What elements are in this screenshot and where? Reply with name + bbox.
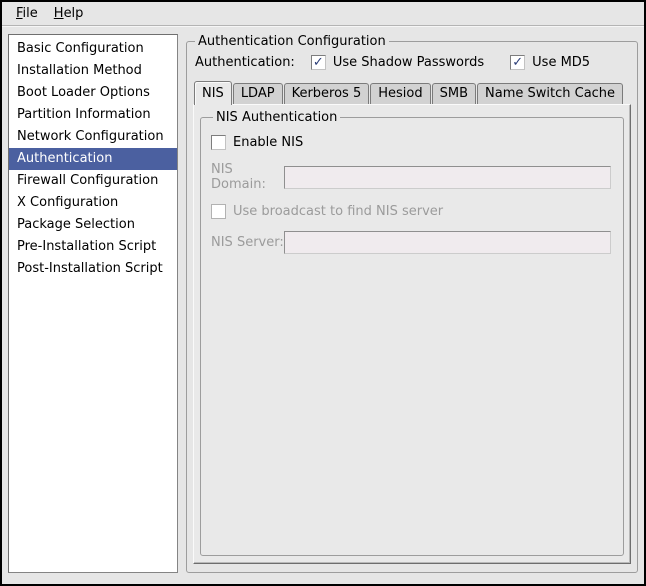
checkbox-unchecked-icon [211, 204, 226, 219]
sidebar-item-installation-method[interactable]: Installation Method [9, 60, 177, 82]
nis-server-row: NIS Server: [211, 231, 611, 254]
sidebar-item-package-selection[interactable]: Package Selection [9, 214, 177, 236]
tab-nis[interactable]: NIS [194, 81, 232, 105]
menu-help-label: elp [64, 6, 84, 21]
main-area: Basic Configuration Installation Method … [2, 26, 644, 584]
sidebar-item-firewall-configuration[interactable]: Firewall Configuration [9, 170, 177, 192]
tab-kerberos-5[interactable]: Kerberos 5 [284, 83, 370, 104]
use-md5-label: Use MD5 [532, 55, 590, 70]
tab-hesiod[interactable]: Hesiod [370, 83, 430, 104]
enable-nis-row: Enable NIS [211, 135, 611, 150]
auth-notebook: NIS LDAP Kerberos 5 Hesiod SMB Name Swit… [193, 80, 631, 564]
enable-nis-checkbox[interactable]: Enable NIS [211, 135, 303, 150]
tab-smb[interactable]: SMB [432, 83, 476, 104]
menu-help[interactable]: Help [46, 4, 92, 23]
authentication-row-label: Authentication: [195, 55, 295, 70]
authentication-options-row: Authentication: ✓ Use Shadow Passwords ✓… [193, 51, 631, 78]
use-shadow-passwords-checkbox[interactable]: ✓ Use Shadow Passwords [311, 55, 484, 70]
checkbox-unchecked-icon [211, 135, 226, 150]
sidebar-item-partition-information[interactable]: Partition Information [9, 104, 177, 126]
tab-row: NIS LDAP Kerberos 5 Hesiod SMB Name Swit… [193, 80, 631, 104]
use-broadcast-label: Use broadcast to find NIS server [233, 204, 443, 219]
tab-name-switch-cache[interactable]: Name Switch Cache [477, 83, 623, 104]
sidebar-item-x-configuration[interactable]: X Configuration [9, 192, 177, 214]
nis-server-input [284, 231, 611, 254]
nis-authentication-title: NIS Authentication [213, 110, 340, 125]
menu-bar: File Help [2, 2, 644, 26]
nis-domain-input [284, 166, 611, 189]
tab-ldap[interactable]: LDAP [233, 83, 283, 104]
sidebar-item-basic-configuration[interactable]: Basic Configuration [9, 38, 177, 60]
nis-domain-label: NIS Domain: [211, 162, 284, 192]
enable-nis-label: Enable NIS [233, 135, 303, 150]
broadcast-row: Use broadcast to find NIS server [211, 204, 611, 219]
sidebar-item-boot-loader-options[interactable]: Boot Loader Options [9, 82, 177, 104]
nis-authentication-frame: NIS Authentication Enable NIS NIS Domain… [200, 110, 624, 556]
use-shadow-passwords-label: Use Shadow Passwords [333, 55, 484, 70]
nis-domain-row: NIS Domain: [211, 162, 611, 192]
sidebar-item-post-installation-script[interactable]: Post-Installation Script [9, 258, 177, 280]
sidebar-item-authentication[interactable]: Authentication [9, 148, 177, 170]
empty-space [211, 254, 611, 549]
sidebar-item-pre-installation-script[interactable]: Pre-Installation Script [9, 236, 177, 258]
authentication-configuration-frame: Authentication Configuration Authenticat… [186, 34, 638, 573]
use-broadcast-checkbox: Use broadcast to find NIS server [211, 204, 443, 219]
nis-server-label: NIS Server: [211, 235, 284, 250]
menu-file-label: ile [23, 6, 38, 21]
nis-tab-panel: NIS Authentication Enable NIS NIS Domain… [193, 104, 631, 564]
kickstart-configurator-window: File Help Basic Configuration Installati… [0, 0, 646, 586]
section-list: Basic Configuration Installation Method … [8, 34, 178, 573]
checkbox-checked-icon: ✓ [311, 55, 326, 70]
authentication-configuration-title: Authentication Configuration [195, 34, 389, 49]
checkbox-checked-icon: ✓ [510, 55, 525, 70]
sidebar-item-network-configuration[interactable]: Network Configuration [9, 126, 177, 148]
menu-help-mnemonic: H [54, 6, 64, 21]
menu-file[interactable]: File [8, 4, 46, 23]
use-md5-checkbox[interactable]: ✓ Use MD5 [510, 55, 590, 70]
